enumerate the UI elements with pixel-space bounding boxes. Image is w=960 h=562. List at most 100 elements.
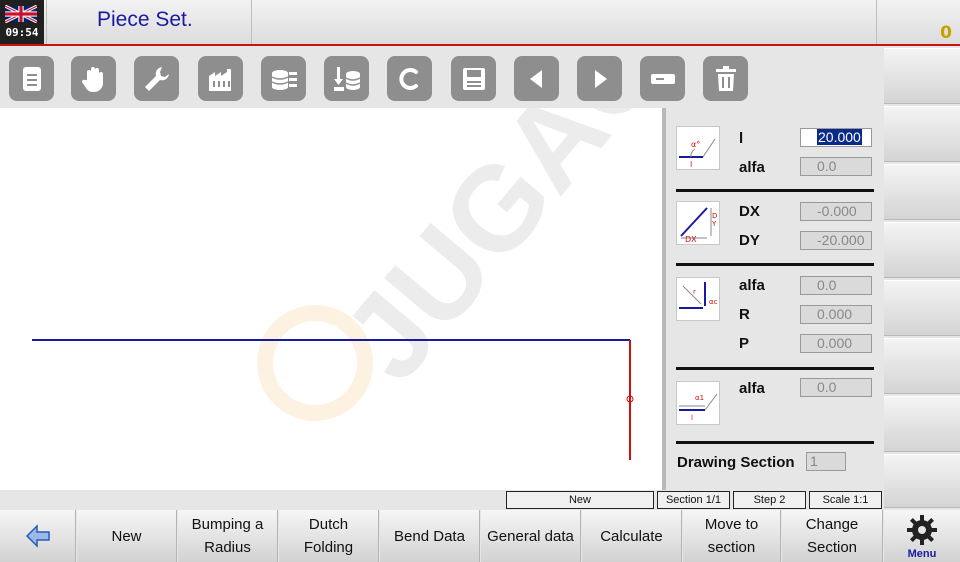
- side-button-6[interactable]: [884, 338, 960, 394]
- change-section-button[interactable]: Change Section: [782, 510, 883, 562]
- watermark-logo-icon: JUGAO: [257, 0, 694, 421]
- move-label-1: Move to: [704, 516, 759, 533]
- document-icon: [22, 66, 41, 91]
- svg-text:α1: α1: [695, 394, 704, 402]
- new-button[interactable]: New: [77, 510, 177, 562]
- watermark-text: JUGAO: [317, 108, 662, 405]
- status-section: Section 1/1: [657, 491, 730, 509]
- bumping-radius-button[interactable]: Bumping a Radius: [178, 510, 278, 562]
- radius-diagram-icon: r αc: [676, 277, 720, 321]
- dx-dy-diagram-icon: DX D Y: [676, 201, 720, 245]
- panel-separator-4: [676, 441, 874, 444]
- dutch-label-1: Dutch: [308, 516, 349, 533]
- side-button-5[interactable]: [884, 280, 960, 336]
- dutch-folding-button[interactable]: Dutch Folding: [279, 510, 379, 562]
- radius-label: R: [739, 306, 750, 323]
- dy-label: DY: [739, 232, 760, 249]
- remove-button[interactable]: [640, 56, 685, 101]
- side-button-7[interactable]: [884, 396, 960, 452]
- factory-button[interactable]: [198, 56, 243, 101]
- side-button-2[interactable]: [884, 106, 960, 162]
- status-scale: Scale 1:1: [809, 491, 882, 509]
- bumping-label-1: Bumping a: [191, 516, 264, 533]
- move-to-section-button[interactable]: Move to section: [683, 510, 781, 562]
- arrow-left-icon: [529, 69, 542, 88]
- piece-counter: 0: [940, 23, 952, 43]
- side-button-3[interactable]: [884, 164, 960, 220]
- svg-text:DX: DX: [685, 235, 697, 244]
- dy-field[interactable]: -20.000: [800, 231, 872, 250]
- panel-separator-2: [676, 263, 874, 266]
- line-angle-diagram-icon: α° l: [676, 126, 720, 170]
- database-icon: [271, 69, 297, 90]
- back-button[interactable]: [0, 510, 76, 562]
- radius-field[interactable]: 0.000: [800, 305, 872, 324]
- panel-separator-1: [676, 189, 874, 192]
- toolbar: [0, 48, 884, 106]
- dx-label: DX: [739, 203, 760, 220]
- factory-icon: [208, 68, 231, 91]
- side-button-4[interactable]: [884, 222, 960, 278]
- drawing-section-field[interactable]: 1: [806, 452, 846, 471]
- minus-icon: [650, 73, 675, 84]
- bend-data-label: Bend Data: [394, 527, 465, 545]
- trash-icon: [715, 65, 736, 91]
- drawing-section-label: Drawing Section: [677, 454, 795, 471]
- p-field[interactable]: 0.000: [800, 334, 872, 353]
- bend-angle-diagram-icon: α1 l: [676, 381, 720, 425]
- save-icon: [462, 67, 485, 90]
- title-spacer: [253, 0, 877, 44]
- database-button[interactable]: [261, 56, 306, 101]
- menu-label: Menu: [907, 548, 937, 560]
- clock: 09:54: [5, 26, 39, 39]
- side-button-1[interactable]: [884, 48, 960, 104]
- clear-icon: [398, 67, 418, 90]
- length-value: 20.000: [817, 129, 862, 145]
- database-import-icon: [333, 66, 360, 91]
- length-label: l: [739, 130, 744, 147]
- change-label-2: Section: [806, 539, 858, 556]
- arrow-right-icon: [594, 69, 607, 88]
- alfa-label-3: alfa: [739, 380, 765, 397]
- wrench-icon: [144, 66, 169, 91]
- calculate-label: Calculate: [600, 527, 663, 545]
- previous-button[interactable]: [514, 56, 559, 101]
- save-button[interactable]: [451, 56, 496, 101]
- svg-text:αc: αc: [709, 298, 718, 306]
- general-data-button[interactable]: General data: [481, 510, 581, 562]
- svg-text:D: D: [712, 212, 717, 220]
- alfa-field-2[interactable]: 0.0: [800, 276, 872, 295]
- next-button[interactable]: [577, 56, 622, 101]
- new-button-label: New: [111, 527, 142, 545]
- general-data-label: General data: [487, 527, 574, 545]
- bumping-label-2: Radius: [204, 539, 251, 556]
- svg-text:l: l: [691, 414, 693, 422]
- svg-text:r: r: [693, 288, 696, 296]
- drawing-canvas[interactable]: JUGAO: [0, 0, 694, 490]
- tools-button[interactable]: [134, 56, 179, 101]
- delete-button[interactable]: [703, 56, 748, 101]
- side-button-8[interactable]: [884, 454, 960, 508]
- alfa-label-1: alfa: [739, 159, 765, 176]
- page-title: Piece Set.: [97, 8, 193, 31]
- uk-flag-icon[interactable]: [5, 5, 37, 23]
- alfa-field-3[interactable]: 0.0: [800, 378, 872, 397]
- status-mode: New: [506, 491, 654, 509]
- alfa-field-1[interactable]: 0.0: [800, 157, 872, 176]
- hand-icon: [81, 66, 103, 92]
- calculate-button[interactable]: Calculate: [582, 510, 682, 562]
- dutch-label-2: Folding: [303, 539, 354, 556]
- panel-separator-3: [676, 367, 874, 370]
- move-label-2: section: [707, 539, 756, 556]
- length-field[interactable]: 20.000: [800, 128, 872, 147]
- svg-text:α°: α°: [691, 140, 700, 149]
- bend-data-button[interactable]: Bend Data: [380, 510, 480, 562]
- clear-button[interactable]: [387, 56, 432, 101]
- database-import-button[interactable]: [324, 56, 369, 101]
- arrow-left-back-icon: [25, 524, 50, 548]
- manual-button[interactable]: [71, 56, 116, 101]
- p-label: P: [739, 335, 750, 352]
- dx-field[interactable]: -0.000: [800, 202, 872, 221]
- document-button[interactable]: [9, 56, 54, 101]
- svg-text:Y: Y: [711, 220, 717, 228]
